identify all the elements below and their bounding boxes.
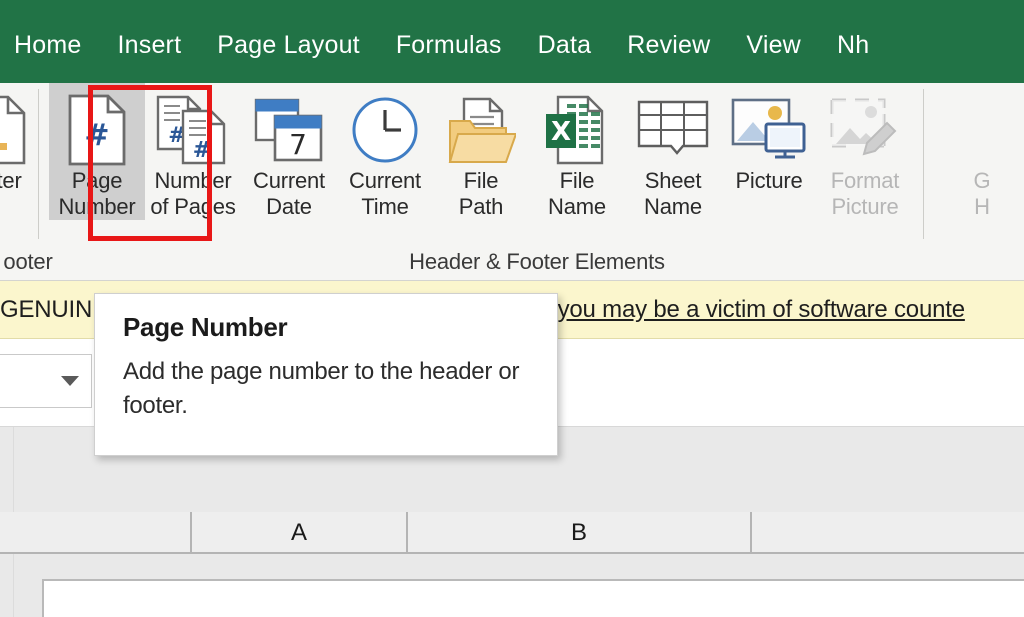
go-to-header-icon <box>939 92 1024 168</box>
tab-view[interactable]: View <box>728 22 819 68</box>
number-of-pages-button-label: Number of Pages <box>150 168 236 219</box>
column-header-row: AB <box>0 512 1024 554</box>
footer-button[interactable]: ooter⌄ <box>0 83 28 208</box>
picture-button[interactable]: Picture <box>721 83 817 194</box>
name-box[interactable] <box>0 354 92 408</box>
column-header-a[interactable]: A <box>190 512 406 554</box>
sheet-grid-icon <box>630 92 716 168</box>
file-name-button[interactable]: X File Name <box>529 83 625 220</box>
file-path-button-label: File Path <box>458 168 504 219</box>
group-label-header-footer-elements: Header & Footer Elements <box>409 249 665 274</box>
tab-insert[interactable]: Insert <box>100 22 200 68</box>
tab-review[interactable]: Review <box>609 22 728 68</box>
page-number-tooltip: Page Number Add the page number to the h… <box>94 293 558 456</box>
tooltip-description: Add the page number to the header or foo… <box>123 358 520 419</box>
current-date-button[interactable]: 7 Current Date <box>241 83 337 220</box>
current-date-button-label: Current Date <box>253 168 325 219</box>
sheet-name-button-label: Sheet Name <box>644 168 702 219</box>
picture-button-label: Picture <box>735 168 803 193</box>
svg-text:#: # <box>193 138 211 163</box>
ribbon-content: ooter⌄ # Page Number # # Number of Pages… <box>0 83 1024 281</box>
format-picture-button: Format Picture <box>817 83 913 220</box>
file-name-button-label: File Name <box>548 168 606 219</box>
ribbon-tab-bar: Home Insert Page Layout Formulas Data Review V… <box>0 0 1024 83</box>
column-header-b[interactable]: B <box>406 512 750 554</box>
calendar-icon: 7 <box>246 92 332 168</box>
column-header-next[interactable] <box>750 512 870 554</box>
footer-page-icon <box>0 92 40 168</box>
tab-formulas[interactable]: Formulas <box>378 22 520 68</box>
tab-clipped[interactable]: Nh <box>819 22 887 68</box>
tooltip-title: Page Number <box>123 312 288 342</box>
current-time-button[interactable]: Current Time <box>337 83 433 220</box>
file-path-button[interactable]: File Path <box>433 83 529 220</box>
format-picture-button-label: Format Picture <box>830 168 900 219</box>
number-of-pages-button[interactable]: # # Number of Pages <box>145 83 241 220</box>
folder-document-icon <box>438 92 524 168</box>
format-picture-icon <box>822 92 908 168</box>
column-header-spacer <box>0 512 190 554</box>
chevron-down-icon[interactable] <box>61 376 79 386</box>
svg-text:7: 7 <box>289 128 307 161</box>
go-to-header-button[interactable]: G H <box>934 83 1024 220</box>
number-of-pages-icon: # # <box>150 92 236 168</box>
cell-grid[interactable] <box>42 579 1024 617</box>
group-label-header-footer-left: ooter <box>3 249 53 274</box>
banner-left-text: GENUIN <box>0 295 93 323</box>
tab-home[interactable]: Home <box>0 22 100 68</box>
footer-button-label: ooter <box>0 168 22 193</box>
banner-right-link[interactable]: l you may be a victim of software counte <box>546 296 965 324</box>
ribbon-group-separator-right <box>923 89 924 239</box>
page-number-button[interactable]: # Page Number <box>49 83 145 220</box>
picture-icon <box>726 92 812 168</box>
svg-text:X: X <box>551 117 571 147</box>
excel-window: Home Insert Page Layout Formulas Data Review V… <box>0 0 1024 617</box>
tab-data[interactable]: Data <box>520 22 610 68</box>
svg-text:#: # <box>84 118 109 153</box>
tab-page-layout[interactable]: Page Layout <box>199 22 378 68</box>
chevron-down-icon[interactable]: ⌄ <box>0 194 3 208</box>
excel-document-icon: X <box>534 92 620 168</box>
clock-icon <box>342 92 428 168</box>
sheet-name-button[interactable]: Sheet Name <box>625 83 721 220</box>
current-time-button-label: Current Time <box>349 168 421 219</box>
page-number-button-label: Page Number <box>58 168 136 219</box>
page-number-icon: # <box>54 92 140 168</box>
go-to-header-label: G H <box>973 168 991 219</box>
